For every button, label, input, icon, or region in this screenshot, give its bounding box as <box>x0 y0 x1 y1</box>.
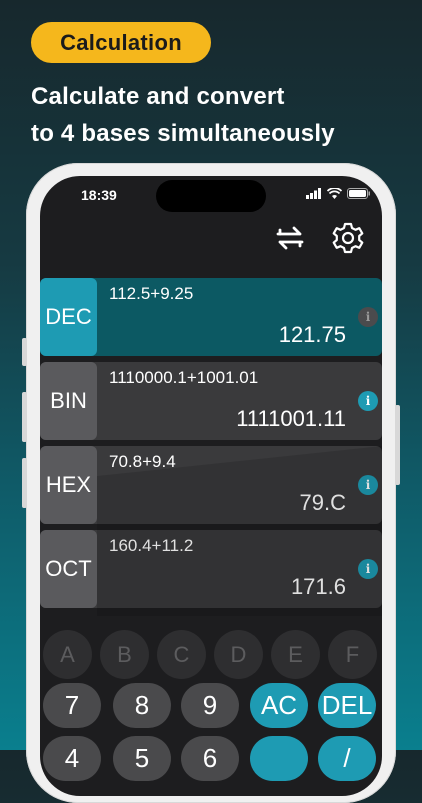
headline: Calculate and convert to 4 bases simulta… <box>31 78 401 152</box>
signal-icon <box>306 188 321 199</box>
result-bin: 1111001.11 <box>236 406 346 431</box>
key-d[interactable]: D <box>214 630 263 679</box>
headline-line-2: to 4 bases simultaneously <box>31 120 335 147</box>
status-icons <box>306 188 371 199</box>
battery-icon <box>347 188 370 199</box>
swap-icon[interactable] <box>272 220 308 256</box>
info-icon[interactable]: i <box>358 307 378 327</box>
result-oct: 171.6 <box>290 574 346 599</box>
key-9[interactable]: 9 <box>181 683 239 728</box>
result-row-hex[interactable]: HEX 70.8+9.4 79.C i <box>40 446 382 524</box>
key-c[interactable]: C <box>157 630 206 679</box>
expression-oct: 160.4+11.2 <box>109 536 194 555</box>
dynamic-island <box>156 180 266 212</box>
headline-line-1: Calculate and convert <box>31 83 285 110</box>
key-f[interactable]: F <box>328 630 377 679</box>
all-clear-button[interactable]: AC <box>250 683 308 728</box>
key-8[interactable]: 8 <box>113 683 171 728</box>
base-label-bin[interactable]: BIN <box>40 362 97 440</box>
info-icon[interactable]: i <box>358 559 378 579</box>
base-label-hex[interactable]: HEX <box>40 446 97 524</box>
expression-bin: 1110000.1+1001.01 <box>109 368 259 387</box>
app-screen: 18:39 DEC 112.5+9.25 121.75 i BIN 111000… <box>40 176 382 796</box>
phone-side-button <box>22 338 27 366</box>
wifi-icon <box>327 188 342 199</box>
result-row-oct[interactable]: OCT 160.4+11.2 171.6 i <box>40 530 382 608</box>
feature-badge: Calculation <box>31 22 211 63</box>
operator-key[interactable] <box>250 736 308 781</box>
result-row-bin[interactable]: BIN 1110000.1+1001.01 1111001.11 i <box>40 362 382 440</box>
base-label-dec[interactable]: DEC <box>40 278 97 356</box>
expression-dec: 112.5+9.25 <box>109 284 194 303</box>
phone-volume-down <box>22 458 27 508</box>
result-hex: 79.C <box>299 490 346 515</box>
result-dec: 121.75 <box>278 322 346 347</box>
key-6[interactable]: 6 <box>181 736 239 781</box>
result-row-dec[interactable]: DEC 112.5+9.25 121.75 i <box>40 278 382 356</box>
info-icon[interactable]: i <box>358 475 378 495</box>
delete-button[interactable]: DEL <box>318 683 376 728</box>
key-4[interactable]: 4 <box>43 736 101 781</box>
key-e[interactable]: E <box>271 630 320 679</box>
key-5[interactable]: 5 <box>113 736 171 781</box>
phone-volume-up <box>22 392 27 442</box>
status-time: 18:39 <box>81 187 117 203</box>
info-icon[interactable]: i <box>358 391 378 411</box>
settings-icon[interactable] <box>330 220 366 256</box>
base-label-oct[interactable]: OCT <box>40 530 97 608</box>
feature-badge-label: Calculation <box>60 29 182 55</box>
phone-power-button <box>395 405 400 485</box>
expression-hex: 70.8+9.4 <box>109 452 176 471</box>
divide-key[interactable]: / <box>318 736 376 781</box>
key-7[interactable]: 7 <box>43 683 101 728</box>
key-a[interactable]: A <box>43 630 92 679</box>
key-b[interactable]: B <box>100 630 149 679</box>
